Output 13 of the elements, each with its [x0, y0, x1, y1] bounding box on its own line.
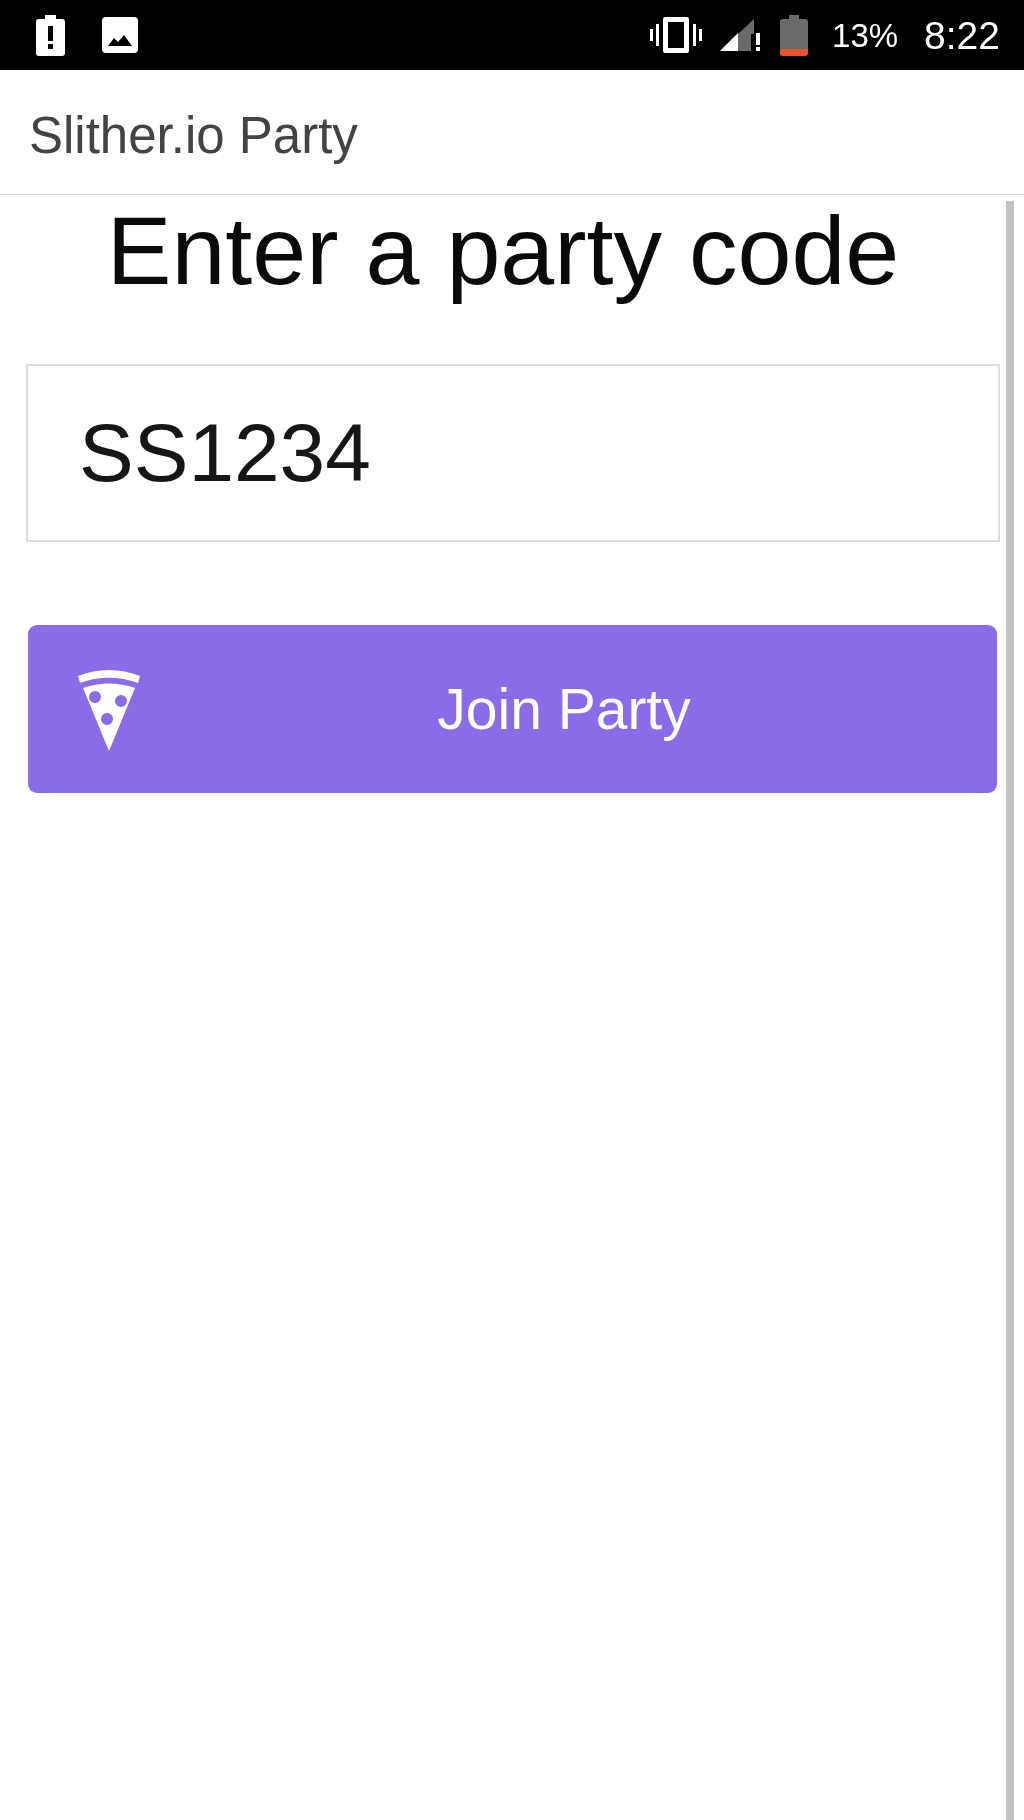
scrollbar[interactable] — [1006, 201, 1014, 1820]
signal-icon — [720, 19, 763, 51]
app-title: Slither.io Party — [29, 106, 358, 167]
party-code-field[interactable]: SS1234 — [26, 364, 1000, 542]
battery-percent: 13% — [832, 18, 899, 52]
join-party-button[interactable]: Join Party — [28, 625, 997, 793]
battery-icon — [780, 14, 809, 56]
vibrate-icon — [650, 17, 703, 53]
image-icon — [102, 17, 138, 53]
pizza-icon — [77, 667, 141, 751]
battery-alert-icon — [36, 14, 65, 56]
clock-time: 8:22 — [924, 15, 1000, 55]
page-heading: Enter a party code — [106, 195, 901, 307]
